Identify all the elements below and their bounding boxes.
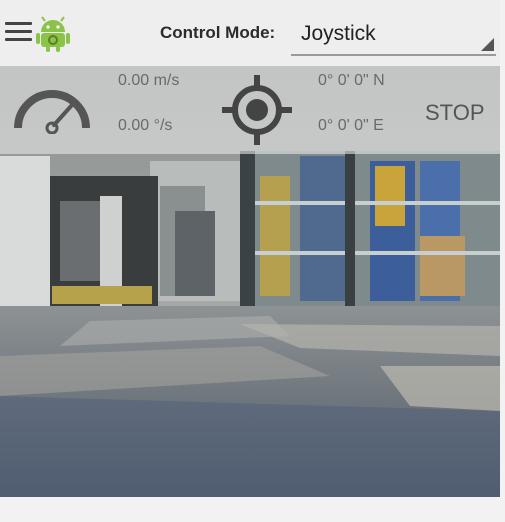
android-robot-icon bbox=[36, 16, 70, 52]
yaw-rate-readout: 0.00 °/s bbox=[118, 117, 173, 134]
bottom-bar bbox=[0, 497, 505, 522]
speed-readout: 0.00 m/s bbox=[118, 72, 180, 89]
screen-edge bbox=[500, 0, 505, 522]
longitude-readout: 0° 0' 0" E bbox=[318, 117, 384, 134]
control-mode-select[interactable]: Joystick bbox=[291, 18, 496, 56]
dropdown-caret-icon bbox=[481, 38, 494, 51]
control-mode-value: Joystick bbox=[301, 22, 376, 45]
telemetry-overlay: 0.00 m/s 0.00 °/s 0° 0' 0" N 0° 0' 0" E … bbox=[0, 66, 500, 154]
latitude-readout: 0° 0' 0" N bbox=[318, 72, 385, 89]
hamburger-menu-icon[interactable] bbox=[5, 22, 32, 42]
stop-button[interactable]: STOP bbox=[425, 100, 485, 126]
control-mode-label: Control Mode: bbox=[160, 23, 276, 42]
app-toolbar: Control Mode: Joystick bbox=[0, 0, 500, 66]
speedometer-icon bbox=[14, 90, 90, 134]
gps-target-icon[interactable] bbox=[220, 73, 294, 147]
